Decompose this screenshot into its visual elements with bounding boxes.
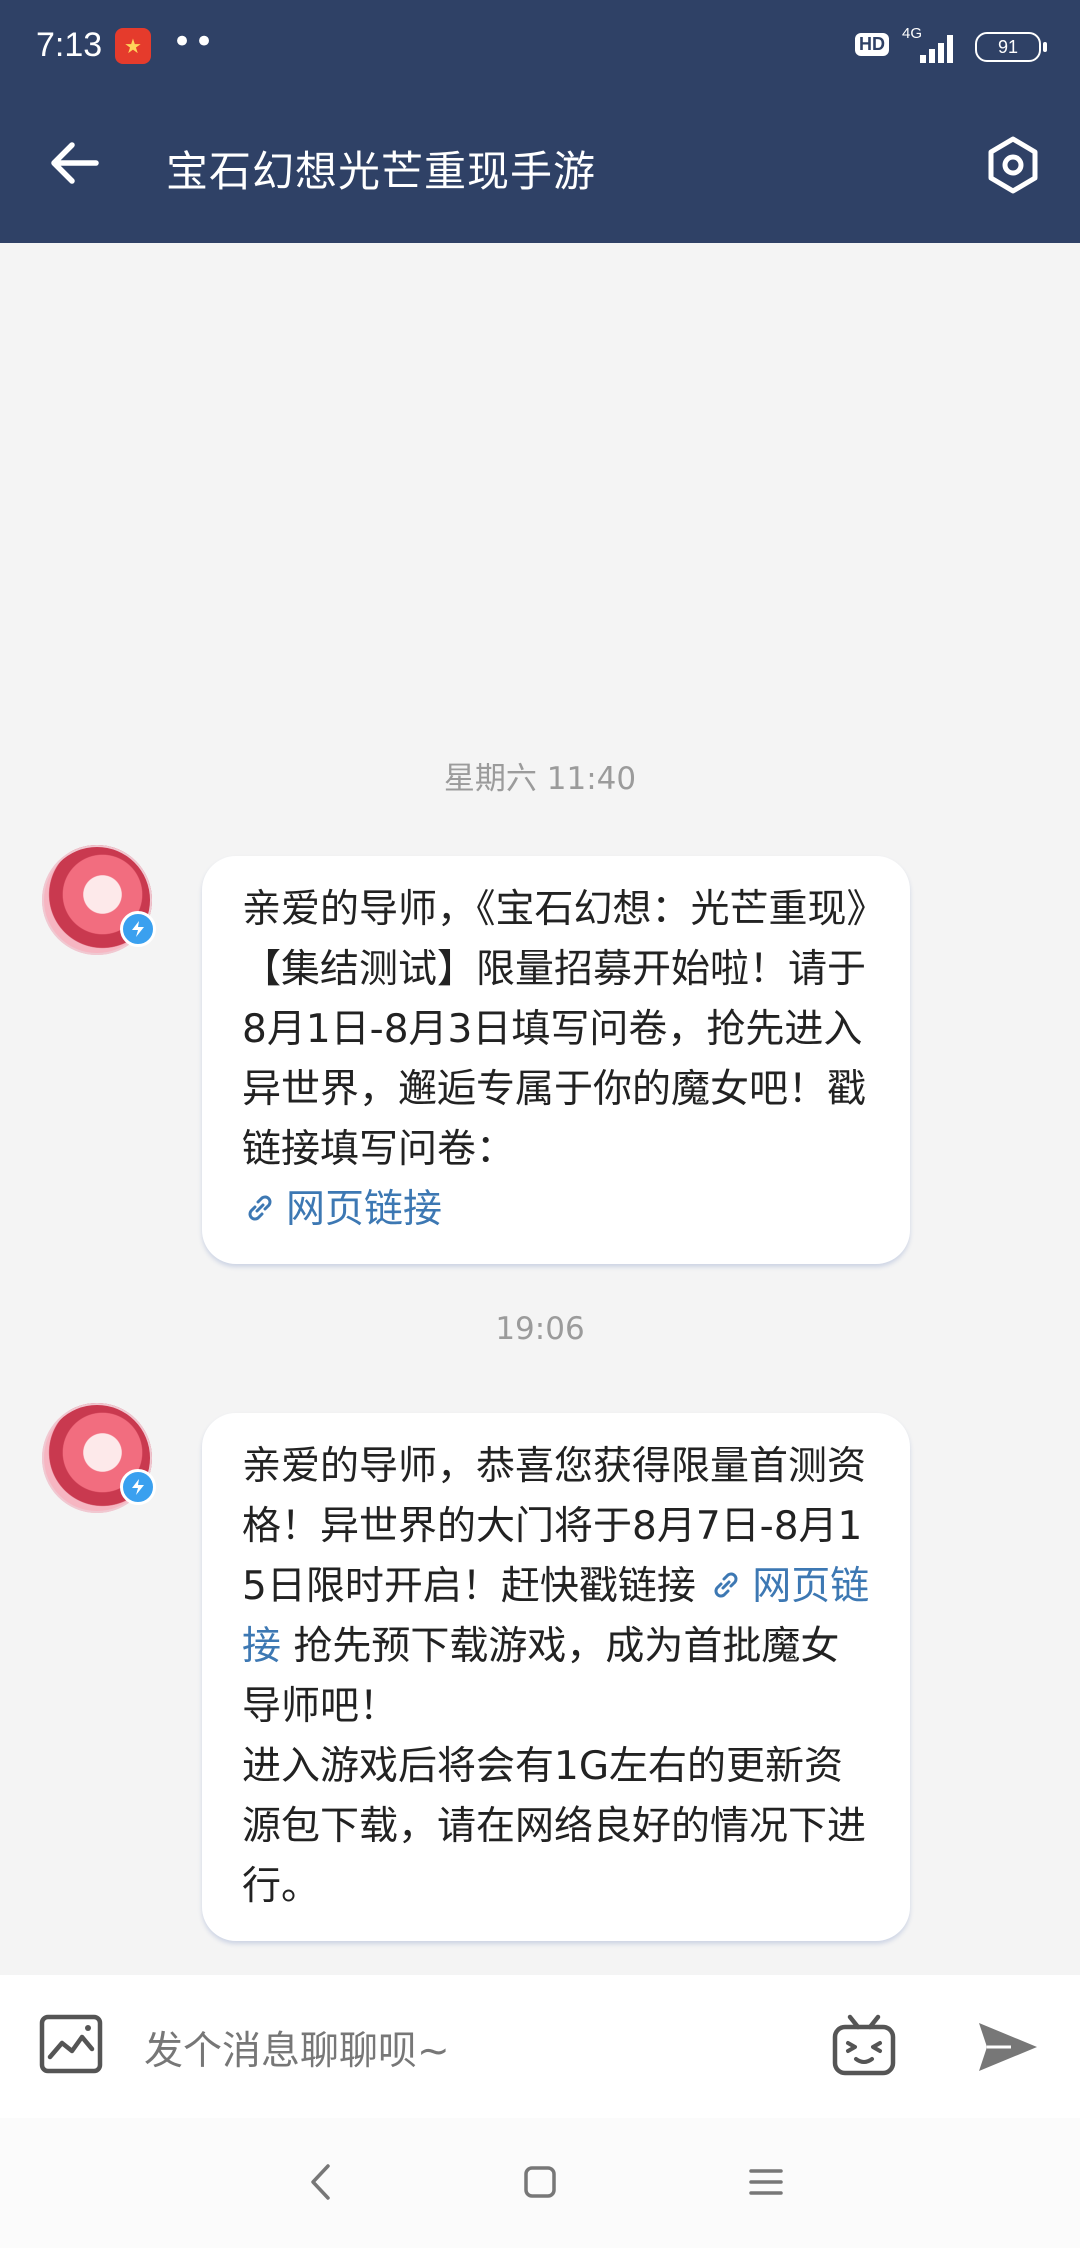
- message-composer: 发个消息聊聊呗~: [0, 1975, 1080, 2118]
- network-type-label: 4G: [902, 25, 923, 42]
- page-title: 宝石幻想光芒重现手游: [166, 147, 597, 196]
- send-icon: [979, 2023, 1037, 2071]
- system-nav-bar: [0, 2118, 1080, 2248]
- link-icon: [714, 1572, 738, 1598]
- message-bubble: 亲爱的导师，恭喜您获得限量首测资格！异世界的大门将于8月7日-8月15日限时开启…: [202, 1413, 910, 1941]
- verified-badge-icon: [120, 1469, 156, 1505]
- send-button[interactable]: [975, 2019, 1041, 2075]
- chevron-left-icon: [311, 2164, 330, 2200]
- signal-icon: 4G: [902, 25, 962, 65]
- web-link[interactable]: 网页链接: [242, 1187, 442, 1232]
- timestamp: 19:06: [495, 1311, 585, 1347]
- image-icon: [39, 2014, 103, 2074]
- avatar[interactable]: [42, 1403, 156, 1513]
- battery-icon: 91: [975, 32, 1047, 62]
- message-text: 进入游戏后将会有1G左右的更新资源包下载，请在网络良好的情况下进行。: [242, 1744, 867, 1909]
- status-bar: 7:13 ★ •• HD 4G 91: [0, 0, 1080, 95]
- back-button[interactable]: [40, 128, 110, 198]
- timestamp: 星期六 11:40: [443, 761, 637, 797]
- nav-home-button[interactable]: [520, 2162, 560, 2202]
- chat-area[interactable]: 星期六 11:40 亲爱的导师，《宝石幻想：光芒重现》【集结测试】限量招募开始啦…: [0, 243, 1080, 1975]
- message-text: 亲爱的导师，《宝石幻想：光芒重现》【集结测试】限量招募开始啦！请于8月1日-8月…: [242, 887, 867, 1172]
- emoji-button[interactable]: [830, 2013, 898, 2079]
- web-link-label: 网页链接: [286, 1187, 443, 1232]
- settings-button[interactable]: [980, 132, 1046, 198]
- hd-icon: HD: [855, 33, 889, 56]
- message-bubble: 亲爱的导师，《宝石幻想：光芒重现》【集结测试】限量招募开始啦！请于8月1日-8月…: [202, 856, 910, 1264]
- link-icon: [248, 1195, 272, 1221]
- avatar[interactable]: [42, 845, 156, 955]
- nav-back-button[interactable]: [300, 2162, 340, 2202]
- nav-menu-button[interactable]: [746, 2162, 786, 2202]
- app-notification-icon: ★: [115, 28, 151, 64]
- arrow-left-icon: [51, 142, 99, 184]
- battery-level: 91: [997, 37, 1019, 57]
- verified-badge-icon: [120, 911, 156, 947]
- top-bar: 7:13 ★ •• HD 4G 91 宝石幻想光芒重现手游: [0, 0, 1080, 243]
- message-input[interactable]: 发个消息聊聊呗~: [144, 2020, 450, 2076]
- more-notifications-icon: ••: [172, 22, 217, 62]
- menu-icon: [749, 2169, 783, 2195]
- square-icon: [524, 2166, 556, 2198]
- status-time: 7:13: [36, 26, 103, 64]
- signal-bars-icon: [920, 33, 960, 63]
- hexagon-gear-icon: [988, 136, 1038, 194]
- message-text: 抢先预下载游戏，成为首批魔女导师吧！: [242, 1624, 840, 1729]
- bilibili-tv-icon: [832, 2014, 896, 2076]
- image-button[interactable]: [38, 2013, 104, 2075]
